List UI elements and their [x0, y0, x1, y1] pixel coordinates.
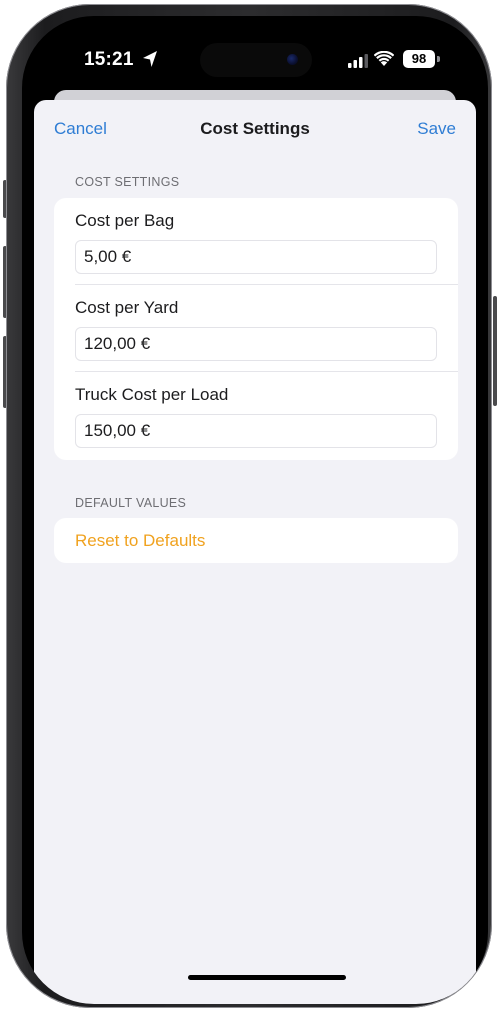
cost-per-yard-input[interactable]	[75, 327, 437, 361]
status-bar: 15:21 98	[22, 16, 488, 94]
battery-icon: 98	[403, 50, 435, 68]
device-screen: 15:21 98 Cancel Cost Settings Save COST …	[0, 0, 500, 1012]
front-camera-icon	[287, 54, 298, 65]
cost-per-bag-input[interactable]	[75, 240, 437, 274]
truck-cost-per-load-row: Truck Cost per Load	[54, 372, 458, 459]
save-button[interactable]: Save	[417, 119, 456, 139]
truck-cost-per-load-input[interactable]	[75, 414, 437, 448]
power-button	[493, 296, 497, 406]
section-header-cost-settings: COST SETTINGS	[75, 175, 180, 189]
default-values-group: Reset to Defaults	[54, 518, 458, 563]
cost-per-bag-label: Cost per Bag	[75, 211, 175, 230]
location-arrow-icon	[143, 51, 157, 67]
cost-settings-group: Cost per Bag Cost per Yard Truck Cost pe…	[54, 198, 458, 460]
truck-cost-per-load-label: Truck Cost per Load	[75, 385, 229, 404]
cellular-signal-icon	[348, 54, 368, 68]
reset-to-defaults-button[interactable]: Reset to Defaults	[75, 531, 205, 551]
cost-per-bag-row: Cost per Bag	[54, 198, 458, 285]
home-indicator	[188, 975, 346, 980]
navigation-bar: Cancel Cost Settings Save	[34, 100, 476, 160]
page-title: Cost Settings	[200, 119, 310, 138]
phone-screen: 15:21 98 Cancel Cost Settings Save COST …	[22, 16, 488, 1004]
battery-tip	[437, 56, 440, 62]
dynamic-island	[200, 43, 312, 77]
cost-per-yard-row: Cost per Yard	[54, 285, 458, 372]
cost-per-yard-label: Cost per Yard	[75, 298, 179, 317]
wifi-icon	[374, 51, 394, 66]
cost-settings-sheet: Cancel Cost Settings Save COST SETTINGS …	[34, 100, 476, 1004]
section-header-default-values: DEFAULT VALUES	[75, 496, 187, 510]
status-time: 15:21	[84, 49, 134, 70]
phone-frame: 15:21 98 Cancel Cost Settings Save COST …	[6, 4, 492, 1008]
